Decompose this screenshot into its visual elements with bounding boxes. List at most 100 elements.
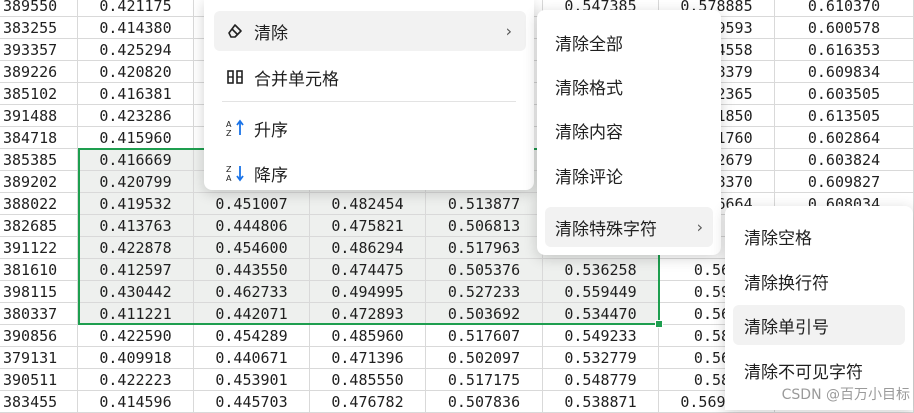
table-cell[interactable]: 0.505376 — [426, 259, 543, 281]
table-cell[interactable]: 0.602864 — [775, 127, 914, 149]
table-cell[interactable]: 0.494995 — [310, 281, 426, 303]
table-cell[interactable]: 0.600578 — [775, 17, 914, 39]
table-cell[interactable]: 0.411221 — [78, 303, 194, 325]
table-cell[interactable]: 0.609834 — [775, 61, 914, 83]
table-cell[interactable]: 0.423286 — [78, 105, 194, 127]
table-cell[interactable]: 0.422878 — [78, 237, 194, 259]
row-id-cell[interactable]: 393357 — [0, 39, 78, 61]
table-cell[interactable]: 0.412597 — [78, 259, 194, 281]
table-cell[interactable]: 0.453901 — [194, 369, 310, 391]
table-cell[interactable]: 0.506813 — [426, 215, 543, 237]
table-cell[interactable]: 0.419532 — [78, 193, 194, 215]
row-id-cell[interactable]: 388022 — [0, 193, 78, 215]
table-cell[interactable]: 0.502097 — [426, 347, 543, 369]
menu-item-sort-descending[interactable]: ZA 降序 — [214, 153, 526, 193]
table-cell[interactable]: 0.454600 — [194, 237, 310, 259]
table-cell[interactable]: 0.503692 — [426, 303, 543, 325]
table-cell[interactable]: 0.485960 — [310, 325, 426, 347]
row-id-cell[interactable]: 385385 — [0, 149, 78, 171]
table-cell[interactable]: 0.475821 — [310, 215, 426, 237]
menu-item-label: 清除格式 — [555, 78, 623, 99]
row-id-cell[interactable]: 380337 — [0, 303, 78, 325]
table-cell[interactable]: 0.603824 — [775, 149, 914, 171]
table-cell[interactable]: 0.416669 — [78, 149, 194, 171]
sort-descending-icon: ZA — [222, 163, 248, 183]
menu-item-merge-cells[interactable]: 合并单元格 — [214, 57, 526, 97]
menu-item-sort-ascending[interactable]: AZ 升序 — [214, 108, 526, 148]
table-cell[interactable]: 0.409918 — [78, 347, 194, 369]
table-cell[interactable]: 0.430442 — [78, 281, 194, 303]
table-cell[interactable]: 0.472893 — [310, 303, 426, 325]
table-cell[interactable]: 0.451007 — [194, 193, 310, 215]
svg-text:A: A — [226, 174, 232, 183]
menu-item-clear-content[interactable]: 清除内容 — [545, 110, 713, 150]
row-id-cell[interactable]: 390511 — [0, 369, 78, 391]
table-cell[interactable]: 0.517175 — [426, 369, 543, 391]
table-cell[interactable]: 0.532779 — [543, 347, 659, 369]
table-cell[interactable]: 0.413763 — [78, 215, 194, 237]
table-cell[interactable]: 0.416381 — [78, 83, 194, 105]
table-cell[interactable]: 0.527233 — [426, 281, 543, 303]
svg-text:Z: Z — [226, 165, 232, 174]
row-id-cell[interactable]: 384718 — [0, 127, 78, 149]
table-cell[interactable]: 0.462733 — [194, 281, 310, 303]
table-cell[interactable]: 0.548779 — [543, 369, 659, 391]
table-cell[interactable]: 0.534470 — [543, 303, 659, 325]
table-cell[interactable]: 0.517607 — [426, 325, 543, 347]
menu-item-clear[interactable]: 清除 › — [214, 11, 526, 51]
table-cell[interactable]: 0.485550 — [310, 369, 426, 391]
table-cell[interactable]: 0.425294 — [78, 39, 194, 61]
table-cell[interactable]: 0.603505 — [775, 83, 914, 105]
row-id-cell[interactable]: 389202 — [0, 171, 78, 193]
menu-item-clear-spaces[interactable]: 清除空格 — [733, 216, 905, 256]
table-cell[interactable]: 0.443550 — [194, 259, 310, 281]
menu-item-label: 清除内容 — [555, 122, 623, 143]
row-id-cell[interactable]: 379131 — [0, 347, 78, 369]
row-id-cell[interactable]: 391122 — [0, 237, 78, 259]
table-cell[interactable]: 0.517963 — [426, 237, 543, 259]
table-cell[interactable]: 0.454289 — [194, 325, 310, 347]
row-id-cell[interactable]: 389226 — [0, 61, 78, 83]
row-id-cell[interactable]: 389550 — [0, 0, 78, 17]
table-cell[interactable]: 0.442071 — [194, 303, 310, 325]
table-cell[interactable]: 0.421175 — [78, 0, 194, 17]
table-cell[interactable]: 0.616353 — [775, 39, 914, 61]
table-cell[interactable]: 0.420799 — [78, 171, 194, 193]
eraser-icon — [222, 22, 248, 40]
table-cell[interactable]: 0.440671 — [194, 347, 310, 369]
table-cell[interactable]: 0.513877 — [426, 193, 543, 215]
table-cell[interactable]: 0.609827 — [775, 171, 914, 193]
menu-item-clear-single-quotes[interactable]: 清除单引号 — [733, 305, 905, 345]
menu-item-label: 清除全部 — [555, 34, 623, 55]
table-cell[interactable]: 0.474475 — [310, 259, 426, 281]
table-cell[interactable]: 0.486294 — [310, 237, 426, 259]
table-cell[interactable]: 0.613505 — [775, 105, 914, 127]
table-cell[interactable]: 0.422590 — [78, 325, 194, 347]
table-cell[interactable]: 0.559449 — [543, 281, 659, 303]
table-cell[interactable]: 0.536258 — [543, 259, 659, 281]
row-id-cell[interactable]: 382685 — [0, 215, 78, 237]
table-cell[interactable]: 0.422223 — [78, 369, 194, 391]
context-menu: 清除 › 合并单元格 AZ 升序 ZA 降序 — [204, 0, 534, 190]
menu-item-clear-all[interactable]: 清除全部 — [545, 22, 713, 62]
table-cell[interactable]: 0.414380 — [78, 17, 194, 39]
row-id-cell[interactable]: 385102 — [0, 83, 78, 105]
table-cell[interactable]: 0.471396 — [310, 347, 426, 369]
table-cell[interactable]: 0.420820 — [78, 61, 194, 83]
table-cell[interactable]: 0.610370 — [775, 0, 914, 17]
menu-item-label: 清除 — [254, 23, 288, 44]
fill-handle[interactable] — [655, 320, 663, 328]
table-cell[interactable]: 0.549233 — [543, 325, 659, 347]
row-id-cell[interactable]: 383255 — [0, 17, 78, 39]
menu-item-clear-special-chars[interactable]: 清除特殊字符 › — [545, 207, 713, 247]
table-cell[interactable]: 0.444806 — [194, 215, 310, 237]
row-id-cell[interactable]: 398115 — [0, 281, 78, 303]
row-id-cell[interactable]: 381610 — [0, 259, 78, 281]
row-id-cell[interactable]: 390856 — [0, 325, 78, 347]
menu-item-clear-line-breaks[interactable]: 清除换行符 — [733, 261, 905, 301]
menu-item-clear-comments[interactable]: 清除评论 — [545, 155, 713, 195]
table-cell[interactable]: 0.482454 — [310, 193, 426, 215]
table-cell[interactable]: 0.415960 — [78, 127, 194, 149]
menu-item-clear-format[interactable]: 清除格式 — [545, 66, 713, 106]
row-id-cell[interactable]: 391488 — [0, 105, 78, 127]
